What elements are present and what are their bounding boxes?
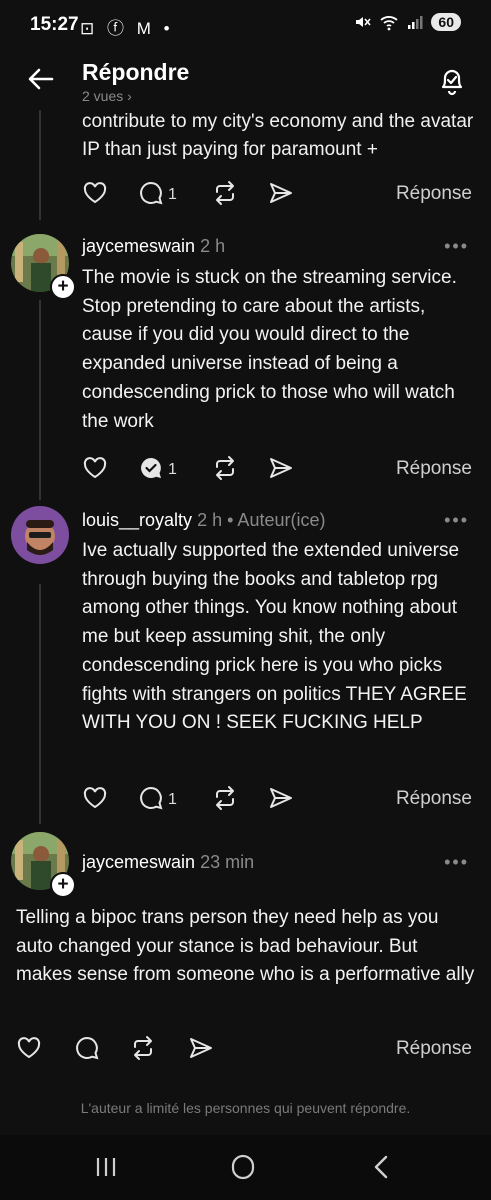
page-title: Répondre xyxy=(82,59,190,85)
thread-line xyxy=(39,584,41,824)
signal-icon xyxy=(408,16,423,29)
thread-line xyxy=(39,300,41,500)
post-actions: 1 Réponse xyxy=(82,783,472,819)
status-bar: 15:27 ⊡ ⓕ M • 60 xyxy=(0,0,491,50)
home-icon[interactable] xyxy=(223,1149,263,1185)
more-options-icon[interactable]: ••• xyxy=(444,236,469,257)
wifi-icon xyxy=(380,16,399,31)
post-time: 23 min xyxy=(200,852,255,872)
repost-icon[interactable] xyxy=(212,455,238,481)
reply-button[interactable]: Réponse xyxy=(396,183,472,205)
thread-content: contribute to my city's economy and the … xyxy=(0,100,491,1130)
post-text: Ive actually supported the extended univ… xyxy=(82,540,467,734)
reply-button[interactable]: Réponse xyxy=(396,788,472,810)
recent-apps-icon[interactable] xyxy=(86,1149,126,1185)
post-text: Telling a bipoc trans person they need h… xyxy=(16,907,475,986)
like-heart-icon[interactable] xyxy=(82,180,108,206)
reply-count: 1 xyxy=(168,791,177,808)
reply-count: 1 xyxy=(168,461,177,478)
reply-count: 1 xyxy=(168,186,177,203)
more-options-icon[interactable]: ••• xyxy=(444,852,469,873)
views-count[interactable]: 2 vues › xyxy=(82,88,132,104)
share-send-icon[interactable] xyxy=(268,785,294,811)
previous-post-actions: 1 Réponse xyxy=(82,178,472,214)
reply-restriction-note: L'auteur a limité les personnes qui peuv… xyxy=(80,1100,411,1116)
follow-plus-icon[interactable]: + xyxy=(50,274,76,300)
author-badge: • Auteur(ice) xyxy=(227,510,326,530)
reply-button[interactable]: Réponse xyxy=(396,1038,472,1060)
battery-indicator: 60 xyxy=(431,13,461,31)
system-indicators: 60 xyxy=(353,13,461,31)
back-arrow-icon[interactable] xyxy=(26,64,56,94)
comment-icon[interactable] xyxy=(74,1035,100,1061)
status-time: 15:27 xyxy=(30,14,79,35)
like-heart-icon[interactable] xyxy=(82,455,108,481)
thread-line xyxy=(39,100,41,220)
post-actions: 1 Réponse xyxy=(82,453,472,489)
share-send-icon[interactable] xyxy=(268,455,294,481)
mute-icon xyxy=(356,17,372,27)
system-nav-bar xyxy=(0,1135,491,1200)
repost-icon[interactable] xyxy=(212,180,238,206)
post-username[interactable]: louis__royalty 2 h • Auteur(ice) xyxy=(82,510,325,531)
post-username[interactable]: jaycemeswain 2 h xyxy=(82,236,225,257)
avatar-photo-louis-royalty xyxy=(11,506,69,564)
repost-icon[interactable] xyxy=(130,1035,156,1061)
more-options-icon[interactable]: ••• xyxy=(444,510,469,531)
back-nav-icon[interactable] xyxy=(362,1149,402,1185)
avatar[interactable] xyxy=(11,506,69,564)
post-username[interactable]: jaycemeswain 23 min xyxy=(82,852,254,873)
comment-checked-icon[interactable] xyxy=(138,455,164,481)
reply-button[interactable]: Réponse xyxy=(396,458,472,480)
post-time: 2 h xyxy=(197,510,223,530)
like-heart-icon[interactable] xyxy=(82,785,108,811)
notification-icons: ⊡ ⓕ M • xyxy=(80,19,174,38)
post-time: 2 h xyxy=(200,236,226,256)
header: Répondre 2 vues › xyxy=(0,50,491,110)
comment-icon[interactable] xyxy=(138,180,164,206)
post-actions: Réponse xyxy=(16,1033,472,1069)
previous-post-text: contribute to my city's economy and the … xyxy=(82,111,474,160)
post-text: The movie is stuck on the streaming serv… xyxy=(82,267,457,432)
repost-icon[interactable] xyxy=(212,785,238,811)
share-send-icon[interactable] xyxy=(268,180,294,206)
follow-plus-icon[interactable]: + xyxy=(50,872,76,898)
notification-bell-icon[interactable] xyxy=(435,64,469,98)
share-send-icon[interactable] xyxy=(188,1035,214,1061)
like-heart-icon[interactable] xyxy=(16,1035,42,1061)
comment-icon[interactable] xyxy=(138,785,164,811)
